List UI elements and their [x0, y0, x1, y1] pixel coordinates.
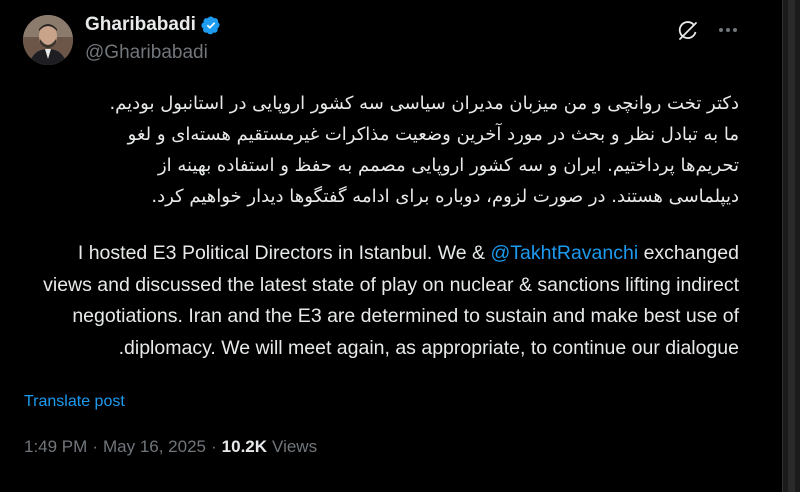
views-count[interactable]: 10.2K: [222, 437, 267, 457]
post-text-persian: دکتر تخت روانچی و من میزبان مدیران سیاسی…: [24, 88, 739, 212]
author-handle[interactable]: @Gharibabadi: [85, 42, 208, 64]
mention-link[interactable]: @TakhtRavanchi: [490, 242, 638, 264]
post-text-english: I hosted E3 Political Directors in Istan…: [24, 238, 739, 364]
scrollbar[interactable]: [782, 0, 800, 492]
views-label: Views: [272, 437, 318, 456]
avatar[interactable]: [23, 15, 73, 65]
author-display-name[interactable]: Gharibabadi: [85, 14, 196, 36]
verified-badge-icon[interactable]: [201, 15, 221, 35]
meta-separator: ·: [92, 437, 98, 456]
post-text-fa-line: ما به تبادل نظر و بحث در مورد آخرین وضعی…: [127, 124, 739, 145]
post-date[interactable]: May 16, 2025: [103, 437, 206, 457]
scrollbar-track[interactable]: [788, 0, 795, 492]
tweet-card: Gharibabadi @Gharibabadi دکتر تخت روانچی…: [0, 0, 782, 492]
more-icon[interactable]: [714, 16, 742, 44]
translate-post-link[interactable]: Translate post: [24, 393, 125, 411]
meta-separator: ·: [211, 437, 217, 456]
post-time[interactable]: 1:49 PM: [24, 437, 87, 457]
post-text-fa-line: دیپلماسی هستند. در صورت لزوم، دوباره برا…: [151, 186, 739, 207]
grok-icon[interactable]: [676, 19, 700, 43]
post-text-fa-line: دکتر تخت روانچی و من میزبان مدیران سیاسی…: [109, 93, 739, 114]
post-text-en-part: I hosted E3 Political Directors in Istan…: [77, 242, 491, 264]
author-name-row: Gharibabadi: [85, 14, 221, 36]
post-meta: 1:49 PM · May 16, 2025 · 10.2K Views: [24, 437, 317, 457]
post-text-fa-line: تحریم‌ها پرداختیم. ایران و سه کشور اروپا…: [157, 155, 739, 176]
